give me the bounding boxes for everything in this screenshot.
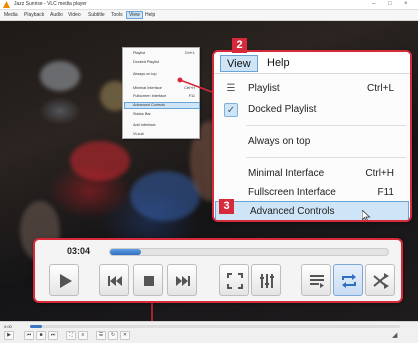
loop-icon — [342, 274, 356, 288]
shuffle-icon — [373, 273, 389, 289]
menu-item-label: Fullscreen Interface — [248, 187, 336, 198]
view-menu-zoom: View Help ☰ Playlist Ctrl+L ✓ Docked Pla… — [212, 50, 412, 222]
mini-settings-button[interactable]: ≡ — [78, 331, 88, 340]
menu-help-zoom[interactable]: Help — [267, 57, 290, 69]
stop-icon — [144, 276, 154, 286]
menu-item-label: Docked Playlist — [248, 104, 317, 115]
play-icon — [60, 274, 72, 288]
mini-play-button[interactable]: ▶ — [4, 331, 14, 340]
playlist-icon — [310, 275, 324, 288]
menu-item-shortcut: Ctrl+L — [367, 83, 394, 94]
mini-seek-fill — [30, 325, 42, 328]
menu-item-shortcut: F11 — [377, 187, 395, 198]
equalizer-icon — [260, 274, 274, 288]
mini-control-bar: 0:00 ▶ ⏮ ■ ⏭ ⛶ ≡ ☰ ↻ ✕ ◢ — [0, 321, 418, 343]
menu-view-zoom[interactable]: View — [220, 55, 258, 72]
mini-previous-button[interactable]: ⏮ — [24, 331, 34, 340]
menu-item-fullscreen-interface[interactable]: Fullscreen Interface F11 — [214, 183, 410, 203]
previous-button[interactable] — [99, 264, 129, 296]
elapsed-time: 03:04 — [67, 246, 91, 256]
mini-next-button[interactable]: ⏭ — [48, 331, 58, 340]
menu-item-label: Playlist — [248, 83, 280, 94]
next-button[interactable] — [167, 264, 197, 296]
mini-shuffle-button[interactable]: ✕ — [120, 331, 130, 340]
advanced-controls-zoom: 03:04 — [33, 238, 403, 303]
mini-time: 0:00 — [4, 324, 12, 329]
playlist-button[interactable] — [301, 264, 331, 296]
mini-playlist-button[interactable]: ☰ — [96, 331, 106, 340]
playlist-icon: ☰ — [226, 83, 236, 94]
menu-item-label: Always on top — [248, 136, 311, 147]
menu-separator — [246, 125, 406, 126]
menu-item-label: Advanced Controls — [250, 206, 335, 217]
extended-settings-button[interactable] — [251, 264, 281, 296]
mini-loop-button[interactable]: ↻ — [108, 331, 118, 340]
next-icon — [176, 276, 190, 286]
menu-item-docked-playlist[interactable]: ✓ Docked Playlist — [214, 100, 410, 120]
stop-button[interactable] — [133, 264, 163, 296]
mouse-cursor-icon — [362, 210, 371, 220]
shuffle-button[interactable] — [365, 264, 395, 296]
mini-fullscreen-button[interactable]: ⛶ — [66, 331, 76, 340]
mini-seek-bar[interactable] — [30, 325, 400, 328]
fullscreen-icon — [227, 273, 243, 289]
zoom-menubar: View Help — [214, 52, 410, 74]
step-badge-2: 2 — [232, 38, 247, 53]
menu-separator — [246, 157, 406, 158]
step-badge-3: 3 — [219, 199, 234, 214]
menu-item-minimal-interface[interactable]: Minimal Interface Ctrl+H — [214, 164, 410, 184]
play-button[interactable] — [49, 264, 79, 296]
vlc-window: Jazz Sunrise - VLC media player – □ × Me… — [0, 0, 418, 343]
loop-button[interactable] — [333, 264, 363, 296]
menu-item-always-on-top[interactable]: Always on top — [214, 132, 410, 152]
menu-item-label: Minimal Interface — [248, 168, 325, 179]
menu-item-shortcut: Ctrl+H — [365, 168, 394, 179]
fullscreen-button[interactable] — [219, 264, 249, 296]
mini-stop-button[interactable]: ■ — [36, 331, 46, 340]
seek-bar-fill — [110, 249, 141, 255]
seek-bar[interactable] — [109, 248, 389, 256]
checkmark-icon: ✓ — [224, 103, 238, 117]
mini-volume-icon[interactable]: ◢ — [392, 331, 397, 339]
menu-item-advanced-controls[interactable]: Advanced Controls — [215, 201, 409, 220]
menu-item-playlist[interactable]: ☰ Playlist Ctrl+L — [214, 79, 410, 99]
previous-icon — [108, 276, 122, 286]
